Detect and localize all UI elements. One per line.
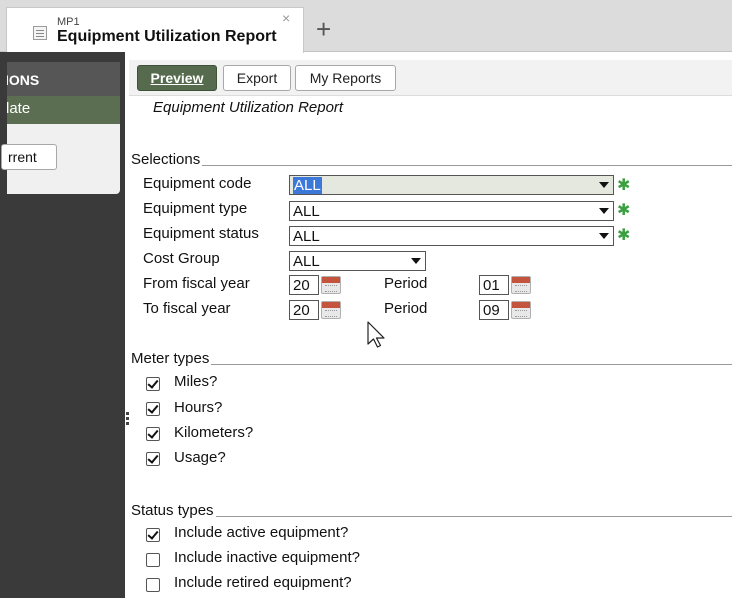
to-period-label: Period [384,300,428,317]
equipment-code-select[interactable]: ALL [289,175,614,195]
to-fiscal-year-input[interactable]: 20 [289,300,319,320]
equipment-status-label: Equipment status [143,225,259,242]
tab-title: Equipment Utilization Report [57,28,277,45]
checkbox-kilometers[interactable] [146,427,160,441]
report-title: Equipment Utilization Report [153,99,344,116]
cost-group-select[interactable]: ALL [289,251,426,271]
selections-divider [131,165,732,166]
tab-equipment-utilization-report[interactable]: MP1 Equipment Utilization Report × [6,7,304,53]
toolbar: Preview Export My Reports [129,60,732,96]
from-fiscal-year-input[interactable]: 20 [289,275,319,295]
status-types-group-title: Status types [131,502,216,519]
meter-types-divider [131,364,732,365]
usage-label: Usage? [174,449,226,466]
kilometers-label: Kilometers? [174,424,254,441]
calendar-icon[interactable] [321,301,341,319]
checkbox-miles[interactable] [146,377,160,391]
meter-types-group-title: Meter types [131,350,212,367]
tab-subtitle: MP1 [57,16,80,28]
tab-strip: MP1 Equipment Utilization Report × + [0,0,732,53]
plus-icon[interactable]: + [316,16,331,42]
preview-button[interactable]: Preview [137,65,217,91]
include-active-label: Include active equipment? [174,524,349,541]
sidebar-header-text: IONS [7,72,40,88]
checkbox-include-inactive[interactable] [146,553,160,567]
chevron-down-icon [599,233,609,239]
document-icon [33,26,47,40]
chevron-down-icon [599,182,609,188]
equipment-type-label: Equipment type [143,200,248,217]
equipment-status-select[interactable]: ALL [289,226,614,246]
required-icon: ✱ [617,177,631,194]
splitter-handle[interactable] [126,412,130,430]
equipment-status-value: ALL [293,228,320,245]
equipment-code-value: ALL [293,177,322,194]
sidebar-button-label: rrent [8,149,37,165]
my-reports-button[interactable]: My Reports [295,65,396,91]
hours-label: Hours? [174,399,223,416]
sidebar-header: IONS [7,62,120,96]
equipment-code-label: Equipment code [143,175,252,192]
sidebar-item-label: late [7,100,31,117]
miles-label: Miles? [174,373,218,390]
to-period-input[interactable]: 09 [479,300,509,320]
export-button[interactable]: Export [223,65,291,91]
selections-group-title: Selections [131,151,203,168]
checkbox-hours[interactable] [146,402,160,416]
checkbox-include-active[interactable] [146,528,160,542]
checkbox-usage[interactable] [146,452,160,466]
required-icon: ✱ [617,227,631,244]
equipment-type-value: ALL [293,203,320,220]
left-sidebar: IONS late rrent [0,52,125,598]
include-retired-label: Include retired equipment? [174,574,352,591]
chevron-down-icon [599,208,609,214]
chevron-down-icon [411,258,421,264]
equipment-type-select[interactable]: ALL [289,201,614,221]
from-period-label: Period [384,275,428,292]
calendar-icon[interactable] [511,301,531,319]
from-period-input[interactable]: 01 [479,275,509,295]
calendar-icon[interactable] [511,276,531,294]
status-types-divider [131,516,732,517]
cost-group-label: Cost Group [143,250,220,267]
sidebar-item-active[interactable]: late [7,96,120,124]
from-fiscal-year-label: From fiscal year [143,275,250,292]
close-icon[interactable]: × [282,10,290,26]
sidebar-panel: IONS late rrent [1,62,120,194]
required-icon: ✱ [617,202,631,219]
sidebar-current-button[interactable]: rrent [1,144,57,170]
cost-group-value: ALL [293,253,320,270]
to-fiscal-year-label: To fiscal year [143,300,231,317]
calendar-icon[interactable] [321,276,341,294]
mouse-cursor-icon [367,321,385,348]
checkbox-include-retired[interactable] [146,578,160,592]
include-inactive-label: Include inactive equipment? [174,549,360,566]
